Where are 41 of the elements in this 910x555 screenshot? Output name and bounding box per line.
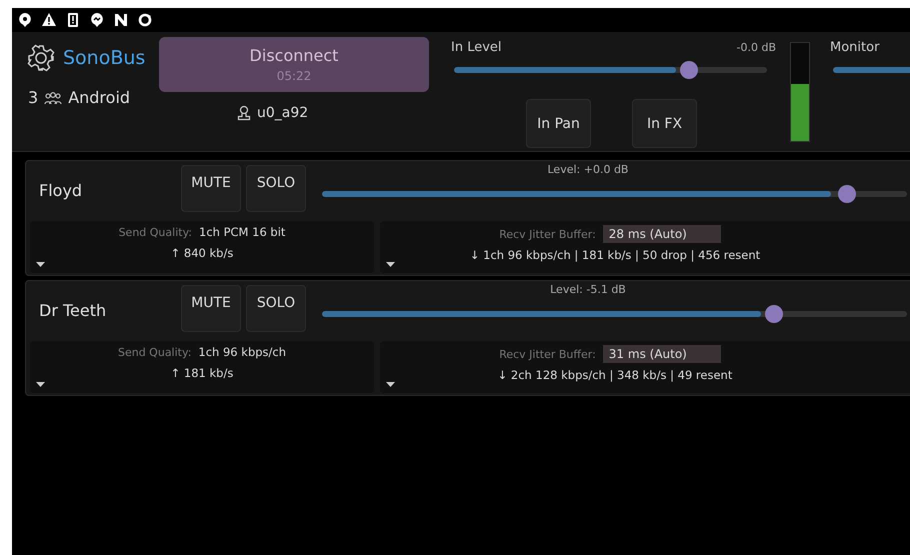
people-icon [44,90,62,104]
phone-alert-icon [66,12,80,28]
peer-name: Floyd [38,180,84,200]
toggle-button[interactable]: SOLO [246,285,306,332]
disconnect-button[interactable]: Disconnect 05:22 [159,37,429,92]
ring-icon [138,12,152,28]
settings-icon [27,44,55,72]
level-label: Level: +0.0 dB [548,163,628,176]
user-name: u0_a92 [257,105,308,121]
warning-icon [42,12,56,28]
toggle-button[interactable]: In FX [632,99,697,148]
send-rate: ↑ 181 kb/s [170,366,234,380]
toggle-button[interactable]: In Pan [526,99,591,148]
toggle-button[interactable]: SOLO [246,165,306,212]
dropdown-arrow-icon [36,262,45,267]
monitor-label: Monitor [830,40,880,55]
field-label: Send Quality: [118,346,192,358]
field-label: Send Quality: [118,226,192,238]
dropdown-arrow-icon [36,382,45,387]
in-level-reading: -0.0 dB [736,41,776,54]
level-label: Level: -5.1 dB [550,283,626,296]
dropdown-arrow-icon [386,382,395,387]
toggle-button[interactable]: MUTE [181,285,241,332]
group-name: Android [68,88,130,107]
jitter-field[interactable]: 31 ms (Auto) [602,345,721,363]
n-logo-icon [114,12,128,28]
in-level-label: In Level [451,40,502,55]
app-name: SonoBus [63,47,146,69]
receive-stats: ↓ 2ch 128 kbps/ch | 348 kb/s | 49 resent [498,368,732,382]
receive-stats: ↓ 1ch 96 kbps/ch | 181 kb/s | 50 drop | 456 resent [470,248,760,262]
jitter-field[interactable]: 28 ms (Auto) [602,225,721,243]
send-quality: 1ch 96 kbps/ch [198,345,286,359]
send-rate: ↑ 840 kb/s [170,246,234,260]
user-icon [237,105,251,121]
toggle-button[interactable]: MUTE [181,165,241,212]
peer-name: Dr Teeth [38,300,108,320]
send-quality: 1ch PCM 16 bit [199,225,286,239]
field-label: Recv Jitter Buffer: [499,228,596,240]
dropdown-arrow-icon [386,262,395,267]
field-label: Recv Jitter Buffer: [499,348,596,360]
peer-count: 3 [28,88,38,107]
